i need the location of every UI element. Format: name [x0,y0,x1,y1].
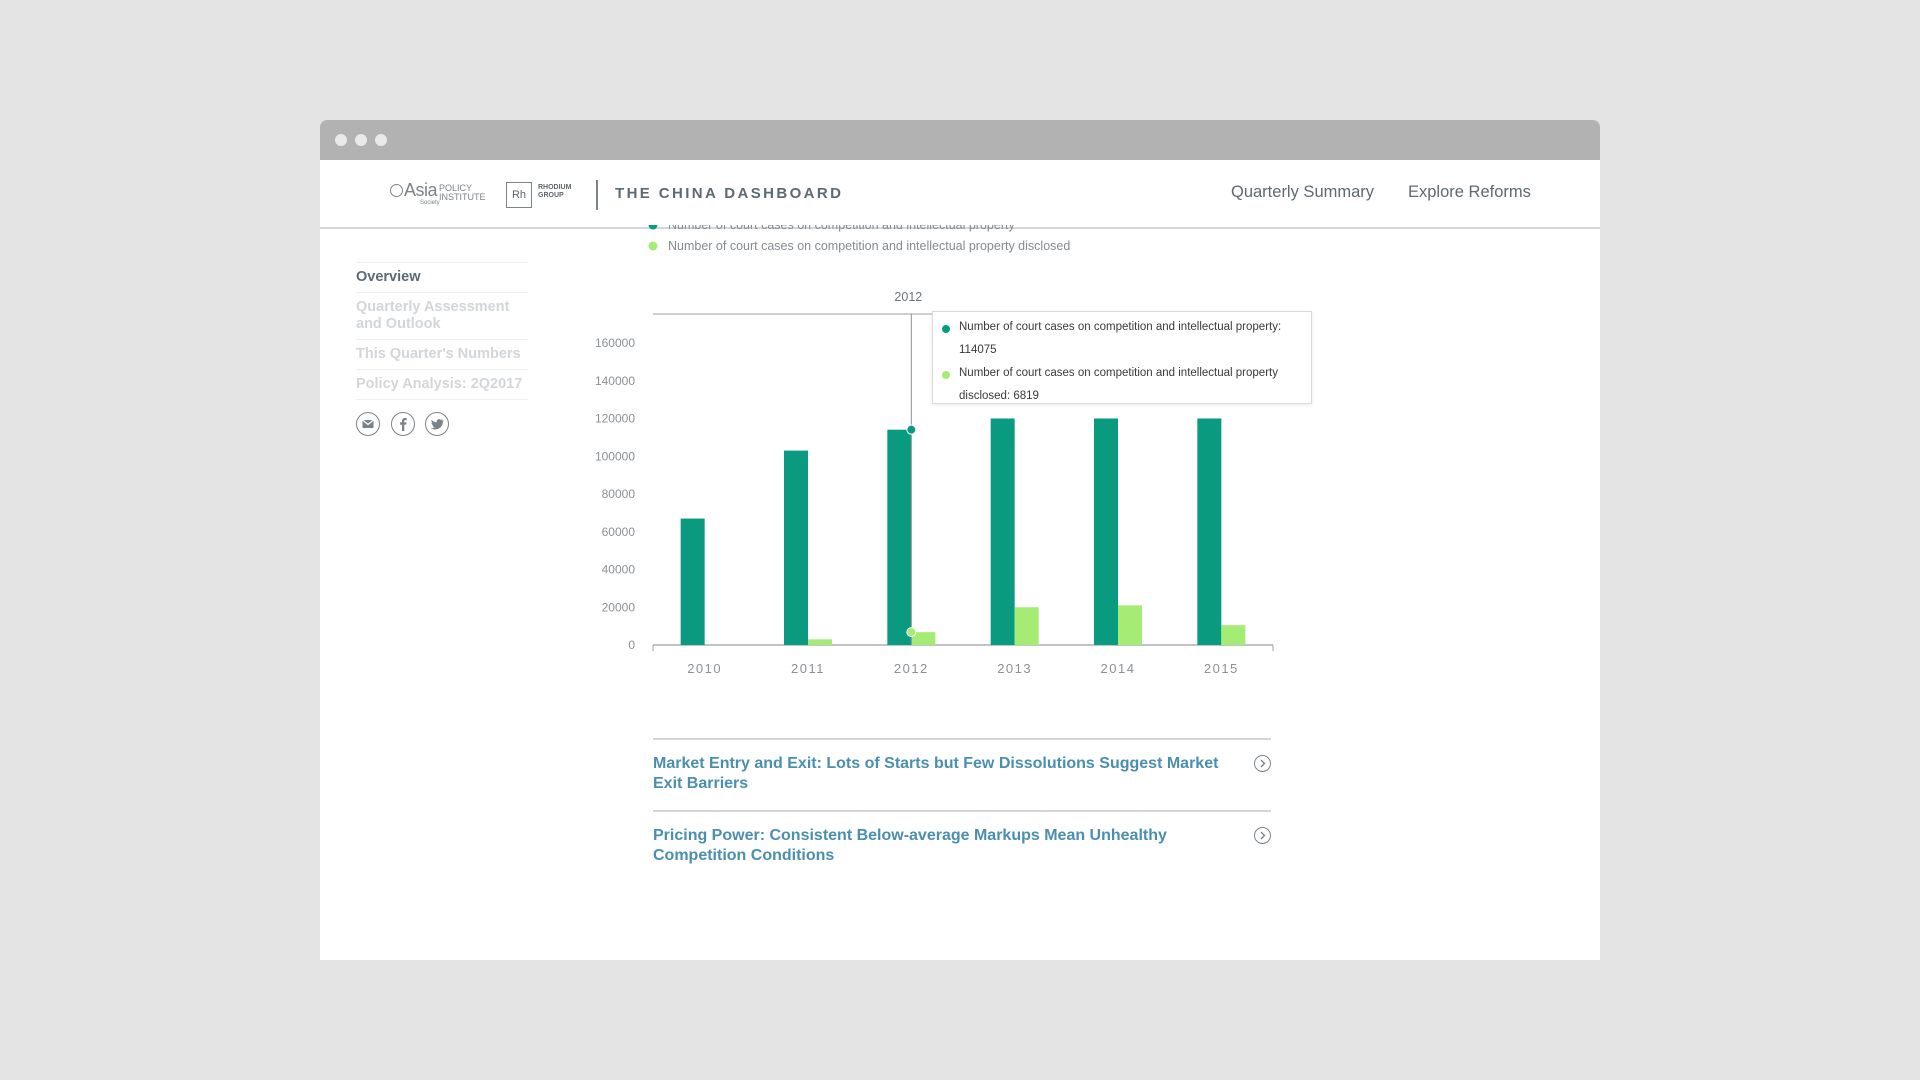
y-tick-label: 120000 [595,412,635,426]
court-cases-bar-chart[interactable]: Number of court cases on competition and… [580,225,1580,785]
nav-quarterly-summary[interactable]: Quarterly Summary [1231,183,1374,202]
nav-explore-reforms[interactable]: Explore Reforms [1408,183,1531,202]
tooltip-value-2: disclosed: 6819 [959,390,1039,402]
legend-label: Number of court cases on competition and… [668,239,1070,253]
x-tick-label: 2010 [687,661,722,676]
bar-disclosed [1118,605,1142,645]
x-tick-label: 2011 [791,661,825,676]
y-tick-label: 0 [628,638,635,652]
related-articles: Market Entry and Exit: Lots of Starts bu… [653,738,1271,882]
sidebar-nav: Overview Quarterly Assessment and Outloo… [356,262,528,442]
hover-marker [906,424,917,435]
legend-label: Number of court cases on competition and… [668,225,1015,232]
window-titlebar [320,120,1600,160]
bar-court-cases [1094,418,1118,645]
chevron-right-icon[interactable] [1254,755,1271,772]
y-tick-label: 20000 [602,600,636,614]
legend-swatch [648,241,658,251]
window-close-dot[interactable] [335,134,347,146]
sidebar-item-policy-analysis[interactable]: Policy Analysis: 2Q2017 [356,369,528,399]
tooltip-value-1: 114075 [959,344,997,356]
logo-divider [596,180,598,210]
article-title[interactable]: Pricing Power: Consistent Below-average … [653,826,1233,866]
social-links [356,399,528,442]
y-tick-label: 40000 [602,563,636,577]
rhodium-logo-text: RHODIUM GROUP [538,184,572,199]
article-link-pricing-power[interactable]: Pricing Power: Consistent Below-average … [653,810,1271,882]
bar-disclosed [1221,625,1246,645]
y-tick-label: 160000 [595,336,635,350]
x-tick-label: 2012 [894,661,929,676]
x-tick-label: 2014 [1101,661,1136,676]
bar-court-cases [1197,418,1222,645]
bar-court-cases [680,518,705,645]
asia-society-logo[interactable]: Asia POLICY INSTITUTE Society [390,180,486,206]
sidebar-item-quarter-numbers[interactable]: This Quarter's Numbers [356,339,528,369]
x-tick-label: 2013 [997,661,1032,676]
article-title[interactable]: Market Entry and Exit: Lots of Starts bu… [653,754,1233,794]
tooltip-line-1: Number of court cases on competition and… [959,321,1282,333]
bar-disclosed [808,639,832,645]
article-link-market-entry[interactable]: Market Entry and Exit: Lots of Starts bu… [653,738,1271,810]
bar-court-cases [990,418,1015,645]
tooltip-line-2: Number of court cases on competition and… [959,367,1278,379]
chevron-right-icon[interactable] [1254,827,1271,844]
chart-tooltip: Number of court cases on competition and… [932,311,1312,404]
globe-icon [390,184,403,197]
tooltip-series-2-dot [942,371,950,379]
bar-disclosed [1014,607,1039,645]
twitter-icon[interactable] [425,412,449,436]
hover-category-label: 2012 [894,290,922,304]
browser-window: Asia POLICY INSTITUTE Society Rh RHODIUM GR… [320,120,1600,960]
legend-swatch [648,225,658,230]
x-tick-label: 2015 [1204,661,1239,676]
sidebar-item-overview[interactable]: Overview [356,262,528,292]
window-maximize-dot[interactable] [375,134,387,146]
y-tick-label: 100000 [595,449,635,463]
email-icon[interactable] [356,412,380,436]
hover-marker [906,627,917,638]
sidebar-item-quarterly-assessment[interactable]: Quarterly Assessment and Outlook [356,292,528,339]
y-tick-label: 140000 [595,374,635,388]
bar-court-cases [784,450,808,645]
facebook-icon[interactable] [391,412,415,436]
rhodium-logo-mark[interactable]: Rh [506,182,532,208]
window-minimize-dot[interactable] [355,134,367,146]
tooltip-series-1-dot [942,325,950,333]
site-title[interactable]: THE CHINA DASHBOARD [615,185,843,202]
site-header: Asia POLICY INSTITUTE Society Rh RHODIUM GR… [320,160,1600,229]
bar-court-cases [887,429,912,645]
y-tick-label: 80000 [602,487,636,501]
y-tick-label: 60000 [602,525,636,539]
